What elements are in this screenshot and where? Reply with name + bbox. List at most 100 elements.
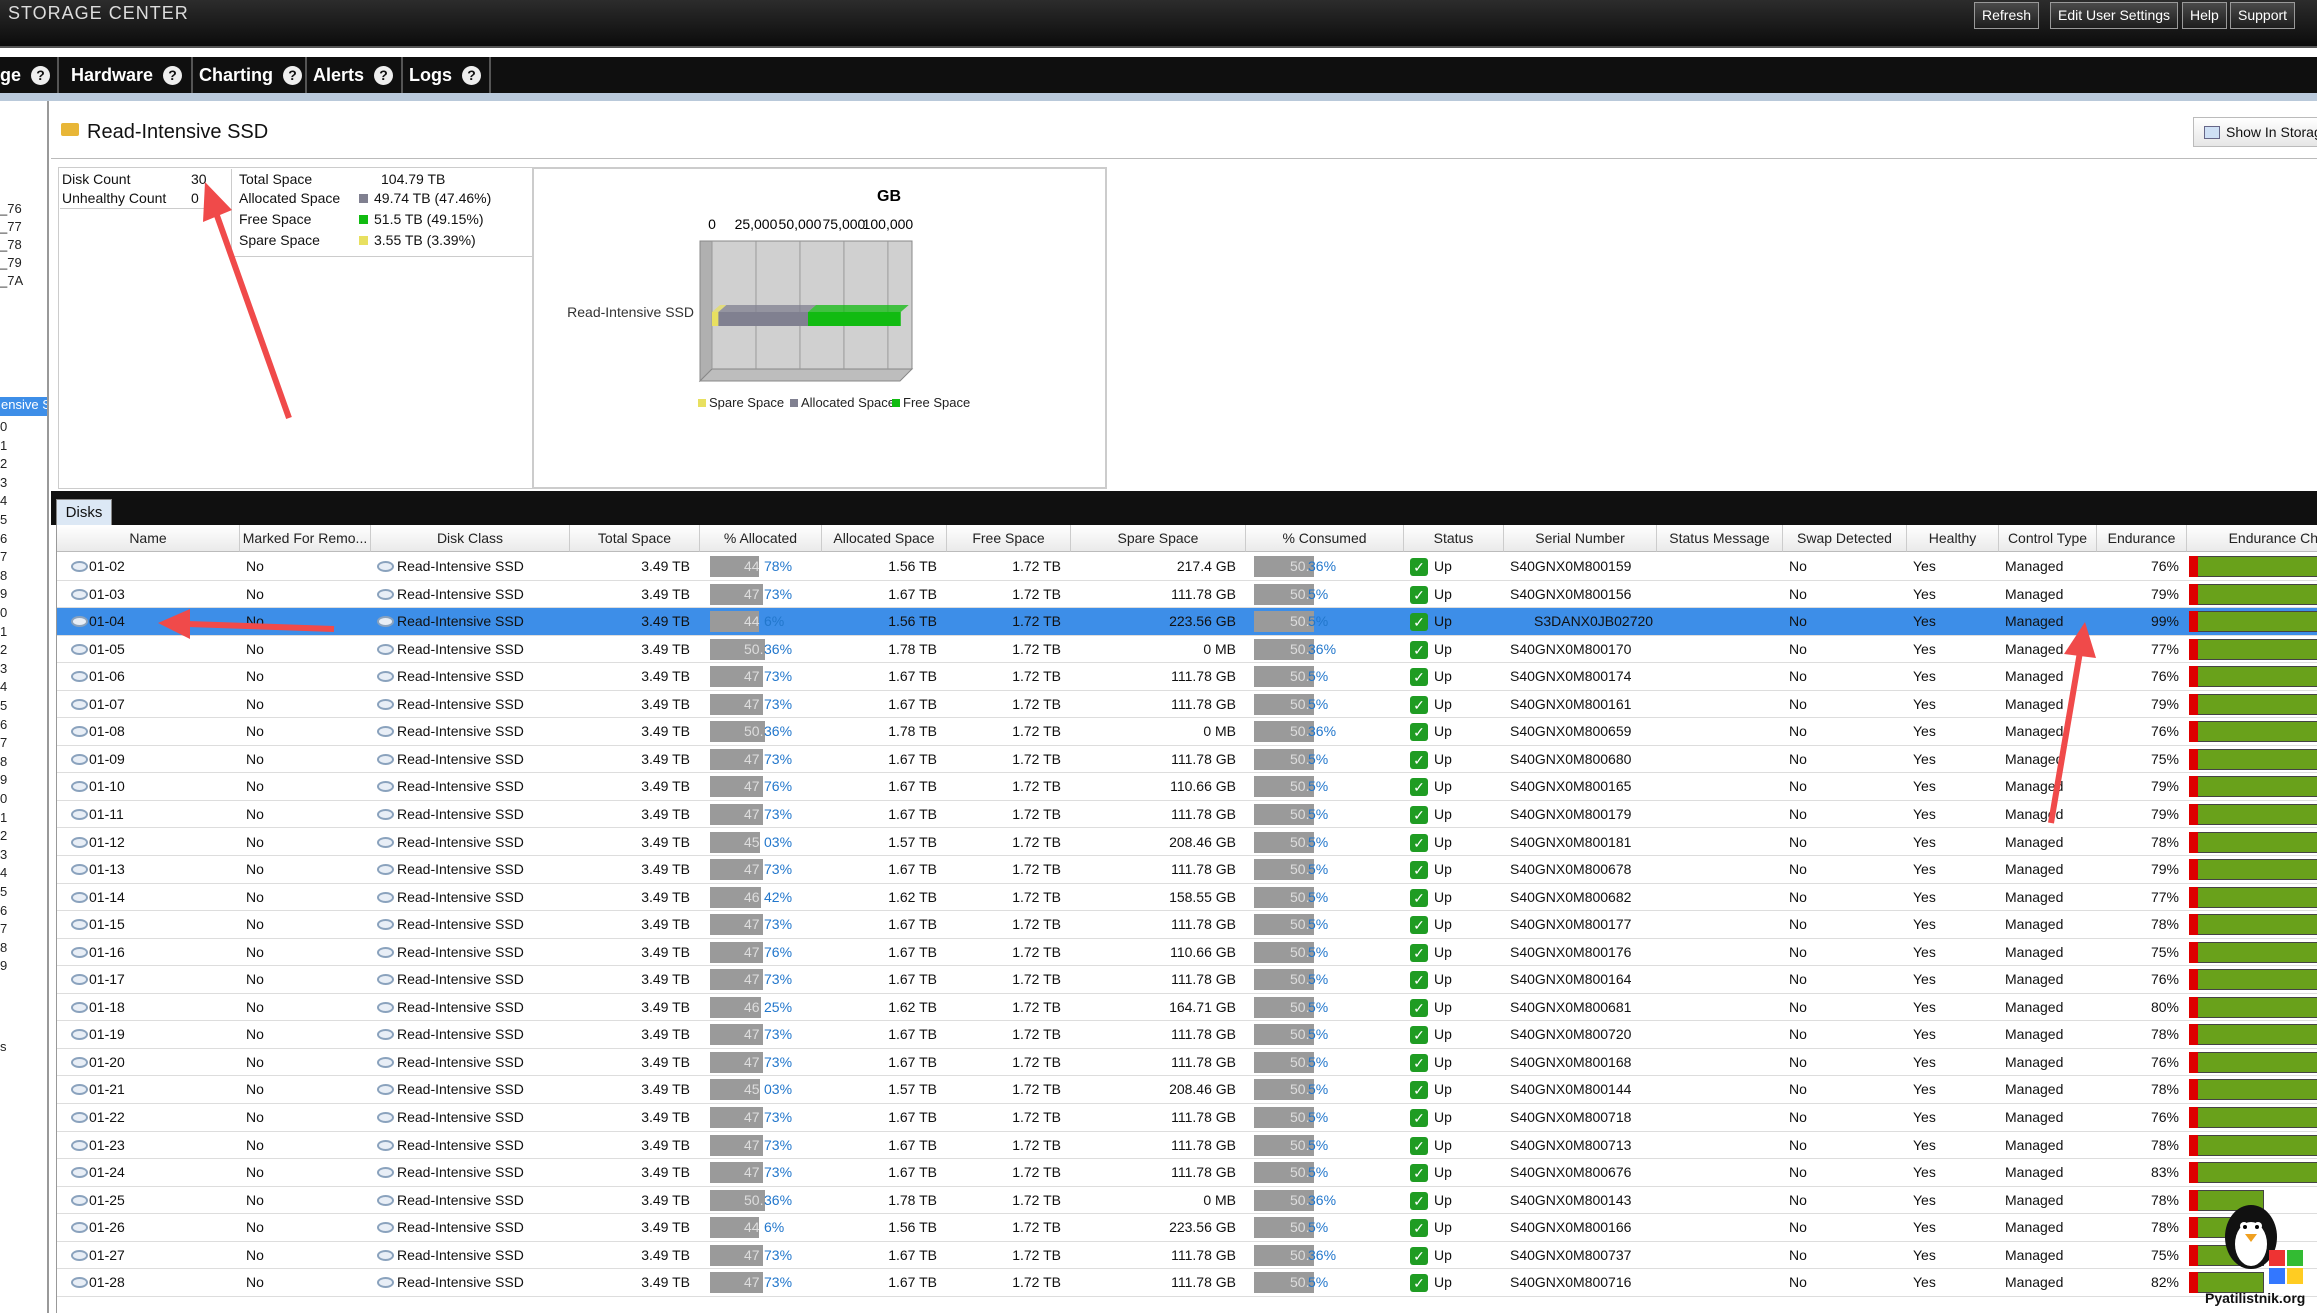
tree-item[interactable]: 8 (0, 940, 7, 955)
help-icon[interactable]: ? (163, 66, 183, 85)
tree-item[interactable]: 8 (0, 568, 7, 583)
tree-item[interactable]: 3 (0, 475, 7, 490)
disk-name[interactable]: 01-03 (83, 581, 233, 608)
disk-name[interactable]: 01-07 (83, 691, 233, 718)
help-icon[interactable]: ? (31, 66, 51, 85)
column-header[interactable]: Healthy (1907, 525, 1999, 552)
tree-item[interactable]: 0 (0, 605, 7, 620)
column-header[interactable]: Marked For Remo... (240, 525, 371, 552)
tree-item[interactable]: 9 (0, 772, 7, 787)
table-row[interactable]: 01-12 No Read-Intensive SSD 3.49 TB 45 03% 1.5… (57, 829, 2317, 856)
help-icon[interactable]: ? (462, 66, 481, 85)
tab-storage[interactable]: ge? (0, 57, 59, 93)
column-header[interactable]: Endurance (2097, 525, 2187, 552)
tree-item[interactable]: 6 (0, 531, 7, 546)
tree-item[interactable]: 1 (0, 624, 7, 639)
disk-name[interactable]: 01-14 (83, 884, 233, 911)
column-header[interactable]: Free Space (947, 525, 1071, 552)
tree-item[interactable]: _78 (0, 237, 22, 252)
help-icon[interactable]: ? (374, 66, 394, 85)
disk-name[interactable]: 01-08 (83, 718, 233, 745)
table-row[interactable]: 01-23 No Read-Intensive SSD 3.49 TB 47 73% 1.6… (57, 1132, 2317, 1160)
disk-name[interactable]: 01-18 (83, 994, 233, 1021)
tab-charting[interactable]: Charting? (193, 57, 307, 93)
tree-item[interactable]: 2 (0, 456, 7, 471)
disk-name[interactable]: 01-26 (83, 1214, 233, 1241)
disk-name[interactable]: 01-21 (83, 1076, 233, 1103)
tree-item[interactable]: _77 (0, 219, 22, 234)
tab-logs[interactable]: Logs? (403, 57, 491, 93)
disk-name[interactable]: 01-10 (83, 773, 233, 800)
tree-item[interactable]: 5 (0, 884, 7, 899)
edit-user-settings-button[interactable]: Edit User Settings (2050, 2, 2179, 29)
table-row[interactable]: 01-27 No Read-Intensive SSD 3.49 TB 47 73% 1.6… (57, 1242, 2317, 1270)
disk-name[interactable]: 01-06 (83, 663, 233, 690)
table-row[interactable]: 01-17 No Read-Intensive SSD 3.49 TB 47 73% 1.6… (57, 966, 2317, 994)
column-header[interactable]: % Consumed (1246, 525, 1404, 552)
disk-name[interactable]: 01-11 (83, 801, 233, 828)
table-row[interactable]: 01-16 No Read-Intensive SSD 3.49 TB 47 76% 1.6… (57, 939, 2317, 967)
column-header[interactable]: Endurance Chart (2187, 525, 2317, 552)
table-row[interactable]: 01-22 No Read-Intensive SSD 3.49 TB 47 73% 1.6… (57, 1104, 2317, 1132)
help-icon[interactable]: ? (283, 66, 302, 85)
table-row[interactable]: 01-19 No Read-Intensive SSD 3.49 TB 47 73% 1.6… (57, 1021, 2317, 1049)
disk-name[interactable]: 01-24 (83, 1159, 233, 1186)
disk-name[interactable]: 01-16 (83, 939, 233, 966)
table-row[interactable]: 01-26 No Read-Intensive SSD 3.49 TB 44 6% 1.56… (57, 1214, 2317, 1242)
table-row[interactable]: 01-06 No Read-Intensive SSD 3.49 TB 47 73% 1.6… (57, 663, 2317, 691)
tree-item[interactable]: 0 (0, 791, 7, 806)
tree-item[interactable]: 4 (0, 493, 7, 508)
column-header[interactable]: Disk Class (371, 525, 570, 552)
disk-name[interactable]: 01-25 (83, 1187, 233, 1214)
table-row[interactable]: 01-07 No Read-Intensive SSD 3.49 TB 47 73% 1.6… (57, 691, 2317, 719)
table-row[interactable]: 01-11 No Read-Intensive SSD 3.49 TB 47 73% 1.6… (57, 801, 2317, 829)
tree-item[interactable]: _79 (0, 255, 22, 270)
table-row[interactable]: 01-02 No Read-Intensive SSD 3.49 TB 44 78% 1.5… (57, 553, 2317, 581)
tree-item[interactable]: 7 (0, 549, 7, 564)
table-row[interactable]: 01-09 No Read-Intensive SSD 3.49 TB 47 73% 1.6… (57, 746, 2317, 774)
tree-item[interactable]: 4 (0, 865, 7, 880)
tree-item[interactable]: 3 (0, 661, 7, 676)
tree-item[interactable]: _76 (0, 201, 22, 216)
disk-name[interactable]: 01-17 (83, 966, 233, 993)
tab-alerts[interactable]: Alerts? (307, 57, 403, 93)
disk-name[interactable]: 01-13 (83, 856, 233, 883)
table-row[interactable]: 01-03 No Read-Intensive SSD 3.49 TB 47 73% 1.6… (57, 581, 2317, 609)
tree-item[interactable]: 4 (0, 679, 7, 694)
tree-item[interactable]: 9 (0, 958, 7, 973)
disk-name[interactable]: 01-05 (83, 636, 233, 663)
table-row[interactable]: 01-24 No Read-Intensive SSD 3.49 TB 47 73% 1.6… (57, 1159, 2317, 1187)
disk-name[interactable]: 01-20 (83, 1049, 233, 1076)
disk-name[interactable]: 01-09 (83, 746, 233, 773)
tree-item[interactable]: 1 (0, 438, 7, 453)
table-row[interactable]: 01-04 No Read-Intensive SSD 3.49 TB 44 6% 1.56… (57, 608, 2317, 636)
column-header[interactable]: Swap Detected (1783, 525, 1907, 552)
show-in-storage-button[interactable]: Show In Storag (2193, 117, 2317, 147)
column-header[interactable]: Spare Space (1071, 525, 1246, 552)
tab-hardware[interactable]: Hardware? (65, 57, 193, 93)
table-row[interactable]: 01-13 No Read-Intensive SSD 3.49 TB 47 73% 1.6… (57, 856, 2317, 884)
table-row[interactable]: 01-05 No Read-Intensive SSD 3.49 TB 50. 36% 1.… (57, 636, 2317, 664)
tree-item[interactable]: 7 (0, 921, 7, 936)
table-row[interactable]: 01-15 No Read-Intensive SSD 3.49 TB 47 73% 1.6… (57, 911, 2317, 939)
tree-item[interactable]: 8 (0, 754, 7, 769)
tree-item[interactable]: 0 (0, 419, 7, 434)
disk-name[interactable]: 01-15 (83, 911, 233, 938)
tree-item[interactable]: _7A (0, 273, 23, 288)
column-header[interactable]: Status (1404, 525, 1504, 552)
tree-item[interactable]: 6 (0, 717, 7, 732)
table-row[interactable]: 01-21 No Read-Intensive SSD 3.49 TB 45 03% 1.5… (57, 1076, 2317, 1104)
column-header[interactable]: Serial Number (1504, 525, 1657, 552)
disk-name[interactable]: 01-04 (83, 608, 233, 635)
disk-name[interactable]: 01-23 (83, 1132, 233, 1159)
tree-item[interactable]: 5 (0, 512, 7, 527)
tree-item[interactable]: 2 (0, 642, 7, 657)
refresh-button[interactable]: Refresh (1974, 2, 2040, 29)
help-button[interactable]: Help (2182, 2, 2227, 29)
support-button[interactable]: Support (2230, 2, 2296, 29)
tree-item-selected[interactable]: ensive S (0, 397, 47, 416)
column-header[interactable]: Name (57, 525, 240, 552)
table-row[interactable]: 01-18 No Read-Intensive SSD 3.49 TB 46 25% 1.6… (57, 994, 2317, 1022)
disk-name[interactable]: 01-02 (83, 553, 233, 580)
tree-item[interactable]: 3 (0, 847, 7, 862)
